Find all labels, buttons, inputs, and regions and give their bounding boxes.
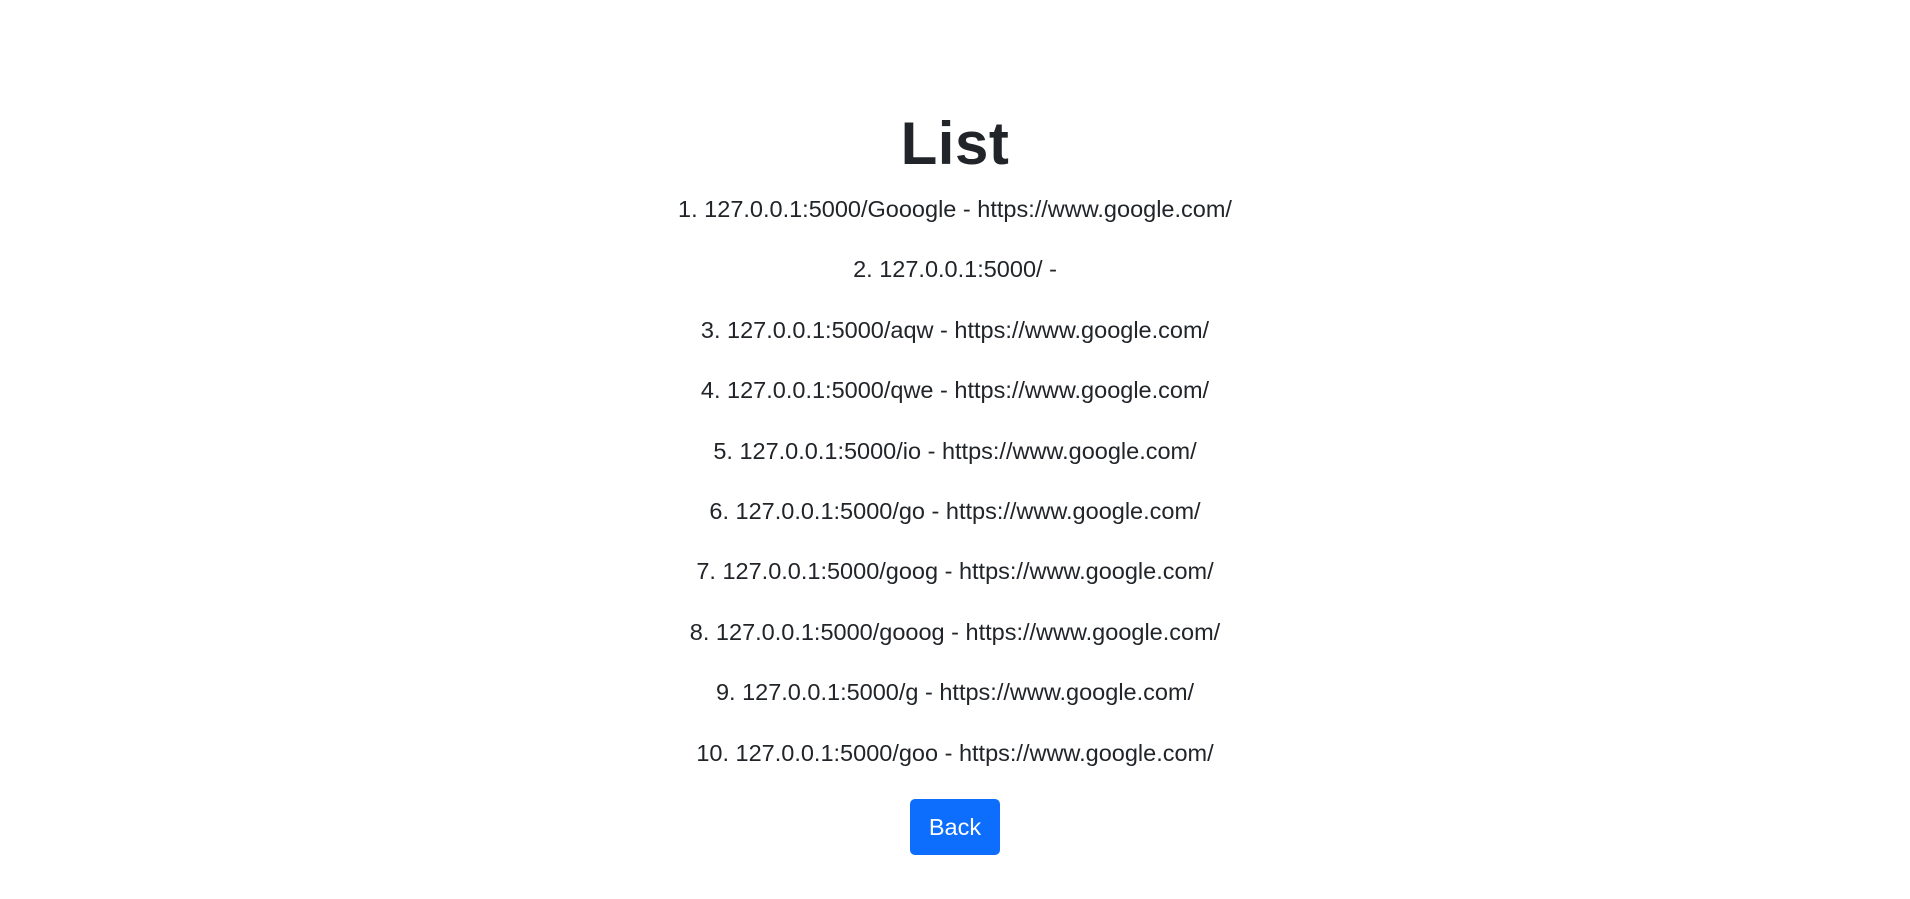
page: List 1. 127.0.0.1:5000/Gooogle - https:/… (0, 0, 1910, 899)
list-item: 7. 127.0.0.1:5000/goog - https://www.goo… (696, 558, 1214, 585)
page-title: List (900, 110, 1010, 177)
link-list: 1. 127.0.0.1:5000/Gooogle - https://www.… (0, 194, 1910, 798)
content-container: List 1. 127.0.0.1:5000/Gooogle - https:/… (0, 108, 1910, 855)
list-item: 2. 127.0.0.1:5000/ - (853, 256, 1057, 283)
list-item: 6. 127.0.0.1:5000/go - https://www.googl… (709, 497, 1201, 524)
list-item: 8. 127.0.0.1:5000/gooog - https://www.go… (689, 618, 1221, 645)
back-button-wrapper: Back (0, 798, 1910, 855)
list-item: 9. 127.0.0.1:5000/g - https://www.google… (715, 679, 1195, 706)
list-item: 5. 127.0.0.1:5000/io - https://www.googl… (713, 437, 1197, 464)
list-item: 1. 127.0.0.1:5000/Gooogle - https://www.… (678, 196, 1232, 222)
list-item: 4. 127.0.0.1:5000/qwe - https://www.goog… (700, 377, 1210, 404)
back-button[interactable]: Back (909, 798, 1001, 855)
list-item: 3. 127.0.0.1:5000/aqw - https://www.goog… (700, 316, 1210, 343)
list-item: 10. 127.0.0.1:5000/goo - https://www.goo… (696, 739, 1214, 766)
